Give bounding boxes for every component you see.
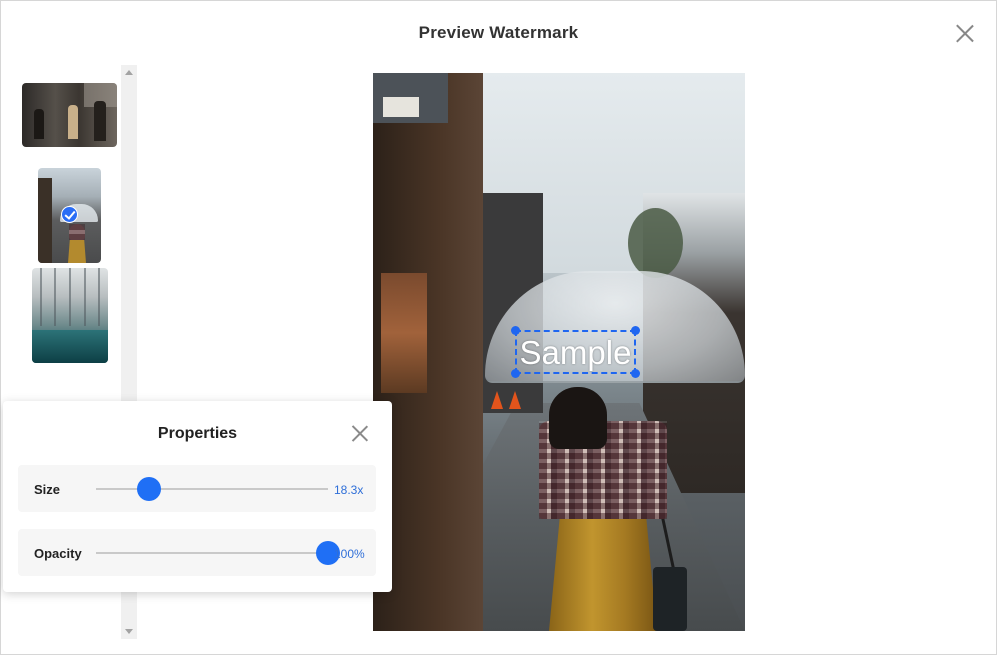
thumbnail-crowd-photo[interactable]	[22, 83, 117, 147]
opacity-label: Opacity	[34, 546, 82, 561]
size-value: 18.3x	[334, 483, 364, 497]
close-icon[interactable]	[954, 23, 975, 44]
image-traffic-cone	[509, 391, 521, 409]
opacity-row: Opacity 100%	[18, 529, 376, 576]
thumbnail-detail	[98, 268, 100, 326]
thumbnail-detail	[40, 268, 42, 326]
thumbnail-detail	[69, 224, 85, 240]
check-icon	[61, 206, 78, 223]
thumbnail-detail	[69, 268, 71, 326]
close-icon[interactable]	[350, 424, 369, 443]
image-traffic-cone	[491, 391, 503, 409]
thumbnail-detail	[34, 109, 44, 139]
size-row: Size 18.3x	[18, 465, 376, 512]
image-bag	[653, 567, 687, 631]
size-label: Size	[34, 482, 61, 497]
image-shelf	[381, 273, 427, 393]
watermark-text: Sample	[519, 334, 632, 371]
opacity-value: 100%	[334, 547, 365, 561]
image-skirt	[549, 517, 657, 631]
thumbnail-detail	[68, 240, 86, 263]
opacity-slider-track[interactable]	[96, 552, 328, 554]
thumbnail-detail	[84, 268, 86, 326]
thumbnail-detail	[94, 101, 106, 141]
image-hair	[549, 387, 607, 449]
thumbnail-umbrella-street-photo[interactable]	[38, 168, 101, 263]
properties-title: Properties	[157, 425, 238, 442]
watermark-selection-box[interactable]: Sample	[511, 326, 640, 378]
resize-handle-top-right[interactable]	[631, 326, 640, 335]
resize-handle-bottom-right[interactable]	[631, 369, 640, 378]
preview-watermark-dialog: Preview Watermark Sample Properties Size…	[0, 0, 997, 655]
size-slider-thumb[interactable]	[137, 477, 162, 501]
thumbnail-detail	[32, 330, 108, 363]
thumbnail-detail	[68, 105, 78, 139]
scroll-up-arrow-icon[interactable]	[125, 70, 133, 75]
thumbnail-glass-roof-pool-photo[interactable]	[32, 268, 108, 363]
resize-handle-bottom-left[interactable]	[511, 369, 520, 378]
resize-handle-top-left[interactable]	[511, 326, 520, 335]
thumbnail-detail	[54, 268, 56, 326]
dialog-title: Preview Watermark	[418, 23, 579, 42]
scroll-down-arrow-icon[interactable]	[125, 629, 133, 634]
image-sign	[383, 97, 419, 117]
thumbnail-detail	[38, 178, 52, 263]
image-tree	[628, 208, 683, 278]
properties-panel: Properties Size 18.3x Opacity 100%	[3, 401, 392, 592]
size-slider-track[interactable]	[96, 488, 328, 490]
